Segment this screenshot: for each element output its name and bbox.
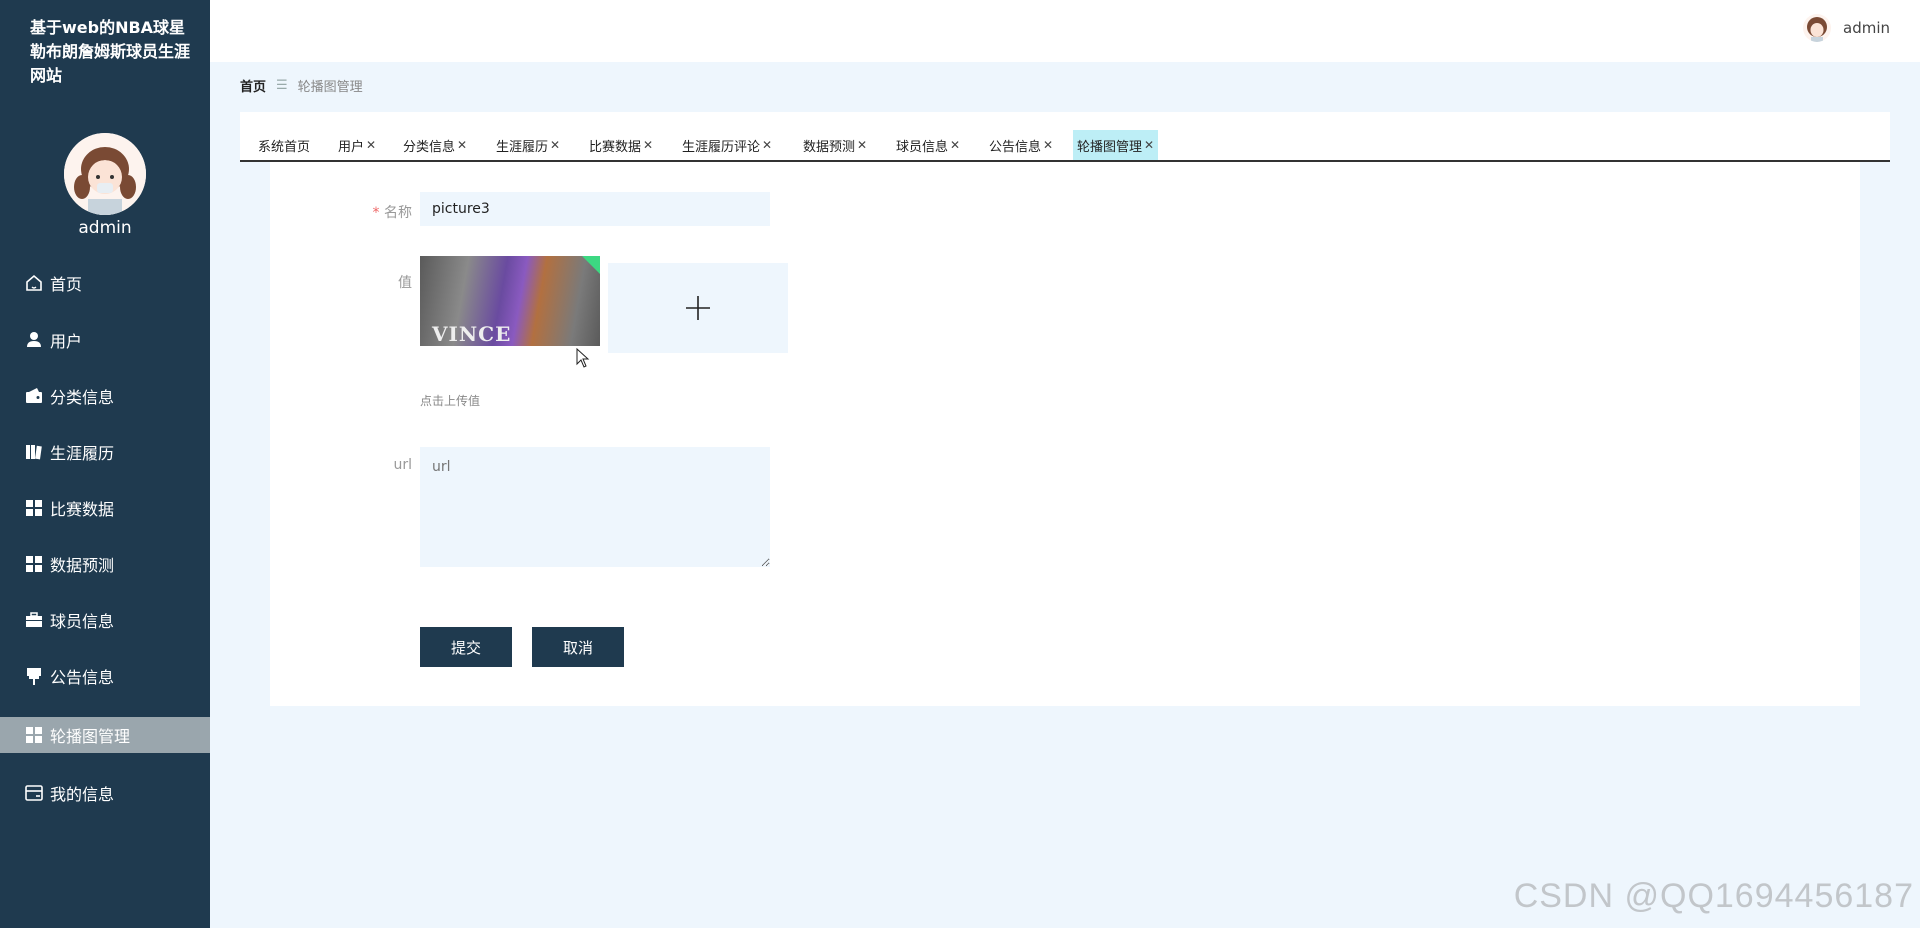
thumbnail-text: VINCE	[432, 322, 512, 346]
tab-label: 系统首页	[258, 139, 311, 155]
sidebar-avatar	[64, 133, 146, 215]
grid-icon	[24, 725, 44, 745]
breadcrumb-home[interactable]: 首页	[240, 76, 266, 95]
sidebar-item-label: 比赛数据	[50, 500, 115, 519]
cancel-button[interactable]: 取消	[532, 627, 624, 667]
tab-label: 生涯履历	[496, 139, 549, 155]
submit-button[interactable]: 提交	[420, 627, 512, 667]
close-icon[interactable]: ✕	[643, 138, 653, 152]
close-icon[interactable]: ✕	[550, 138, 560, 152]
sidebar-item-player-info[interactable]: 球员信息	[0, 602, 210, 638]
sidebar-item-label: 数据预测	[50, 556, 115, 575]
briefcase-icon	[24, 610, 44, 630]
required-mark: *	[372, 205, 380, 221]
url-textarea[interactable]	[420, 447, 770, 567]
sidebar-item-label: 首页	[50, 275, 83, 294]
upload-hint: 点击上传值	[420, 394, 481, 408]
sidebar-item-carousel[interactable]: 轮播图管理	[0, 717, 210, 753]
sidebar-item-career[interactable]: 生涯履历	[0, 434, 210, 470]
breadcrumb-separator-icon: ☰	[276, 78, 288, 93]
close-icon[interactable]: ✕	[1144, 138, 1154, 152]
upload-button[interactable]	[608, 263, 788, 353]
value-label: 值	[398, 275, 412, 291]
tab-notice[interactable]: 公告信息 ✕	[985, 130, 1057, 160]
tab-carousel[interactable]: 轮播图管理 ✕	[1073, 130, 1159, 160]
site-title: 基于web的NBA球星勒布朗詹姆斯球员生涯网站	[30, 18, 191, 85]
sidebar-item-label: 分类信息	[50, 388, 115, 407]
tab-label: 公告信息	[989, 139, 1042, 155]
tab-label: 用户	[338, 139, 365, 155]
close-icon[interactable]: ✕	[857, 138, 867, 152]
sidebar-item-notice[interactable]: 公告信息	[0, 658, 210, 694]
tab-prediction[interactable]: 数据预测 ✕	[799, 130, 871, 160]
sidebar-item-home[interactable]: 首页	[0, 265, 210, 301]
pin-icon	[24, 666, 44, 686]
tab-label: 轮播图管理	[1077, 139, 1143, 155]
avatar	[1803, 14, 1831, 42]
tab-label: 分类信息	[403, 139, 456, 155]
form-card	[270, 162, 1860, 706]
sidebar-item-label: 用户	[50, 332, 83, 351]
watermark: CSDN @QQ1694456187	[1513, 877, 1914, 915]
sidebar-item-my-info[interactable]: 我的信息	[0, 775, 210, 811]
close-icon[interactable]: ✕	[366, 138, 376, 152]
book-icon	[24, 442, 44, 462]
sidebar-item-category[interactable]: 分类信息	[0, 378, 210, 414]
breadcrumb-current: 轮播图管理	[297, 80, 363, 95]
home-icon	[24, 273, 44, 293]
tab-label: 比赛数据	[589, 139, 642, 155]
sidebar-item-user[interactable]: 用户	[0, 322, 210, 358]
sidebar-item-label: 轮播图管理	[50, 727, 131, 746]
tab-match-data[interactable]: 比赛数据 ✕	[585, 130, 657, 160]
grid-icon	[24, 554, 44, 574]
tab-label: 数据预测	[803, 139, 856, 155]
user-icon	[24, 330, 44, 350]
tab-career[interactable]: 生涯履历 ✕	[492, 130, 564, 160]
tab-user[interactable]: 用户 ✕	[334, 130, 380, 160]
header-username: admin	[1843, 19, 1890, 37]
wallet-icon	[24, 386, 44, 406]
tab-label: 生涯履历评论	[682, 139, 761, 155]
header-user-menu[interactable]: admin	[1803, 14, 1890, 42]
sidebar-item-label: 球员信息	[50, 612, 115, 631]
sidebar-item-label: 公告信息	[50, 668, 115, 687]
tab-label: 球员信息	[896, 139, 949, 155]
sidebar-item-label: 生涯履历	[50, 444, 115, 463]
tab-bar: 系统首页 用户 ✕ 分类信息 ✕ 生涯履历 ✕ 比赛数据 ✕ 生涯履历评论 ✕ 数据预测 ✕…	[240, 112, 1890, 162]
success-corner-icon	[582, 256, 600, 274]
sidebar-username: admin	[78, 218, 132, 238]
mouse-cursor-icon	[576, 347, 590, 372]
close-icon[interactable]: ✕	[762, 138, 772, 152]
close-icon[interactable]: ✕	[457, 138, 467, 152]
top-header: admin	[210, 0, 1920, 62]
sidebar: 基于web的NBA球星勒布朗詹姆斯球员生涯网站 admin 首页 用户 分类信息…	[0, 0, 210, 928]
breadcrumb: 首页 ☰ 轮播图管理	[240, 76, 363, 95]
uploaded-image-thumbnail[interactable]: VINCE	[420, 256, 600, 346]
card-icon	[24, 783, 44, 803]
sidebar-item-match-data[interactable]: 比赛数据	[0, 490, 210, 526]
sidebar-item-label: 我的信息	[50, 785, 115, 804]
plus-icon	[686, 296, 710, 320]
tab-career-comments[interactable]: 生涯履历评论 ✕	[678, 130, 776, 160]
name-input[interactable]	[420, 192, 770, 226]
tab-system-home[interactable]: 系统首页	[254, 130, 314, 160]
grid-icon	[24, 498, 44, 518]
name-label: * 名称	[332, 202, 412, 222]
close-icon[interactable]: ✕	[1043, 138, 1053, 152]
tab-player-info[interactable]: 球员信息 ✕	[892, 130, 964, 160]
tab-category[interactable]: 分类信息 ✕	[399, 130, 471, 160]
url-label: url	[393, 457, 412, 473]
sidebar-item-prediction[interactable]: 数据预测	[0, 546, 210, 582]
name-label-text: 名称	[384, 205, 412, 221]
close-icon[interactable]: ✕	[950, 138, 960, 152]
